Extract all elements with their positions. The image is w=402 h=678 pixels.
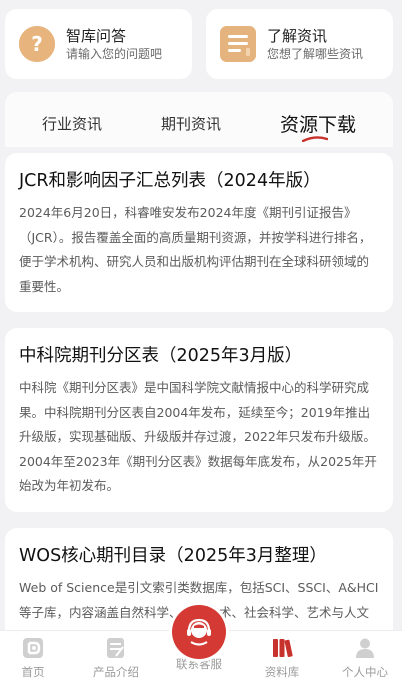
qa-card[interactable]: ? 智库问答 请输入您的问题吧 bbox=[5, 9, 192, 79]
nav-profile[interactable]: 个人中心 bbox=[330, 637, 400, 678]
question-icon: ? bbox=[19, 26, 55, 62]
nav-library-label: 资料库 bbox=[264, 665, 300, 678]
qa-card-subtitle: 请输入您的问题吧 bbox=[66, 46, 163, 61]
article-card[interactable]: 中科院期刊分区表（2025年3月版） 中科院《期刊分区表》是中国科学院文献情报中… bbox=[5, 328, 393, 512]
user-icon bbox=[356, 638, 374, 658]
nav-product-label: 产品介绍 bbox=[93, 665, 139, 678]
nav-product[interactable]: 产品介绍 bbox=[81, 637, 151, 678]
home-icon bbox=[23, 638, 43, 658]
article-title: 中科院期刊分区表（2025年3月版） bbox=[19, 346, 303, 366]
document-icon bbox=[220, 26, 256, 62]
nav-home[interactable]: 首页 bbox=[0, 637, 68, 678]
nav-home-label: 首页 bbox=[21, 665, 45, 678]
article-title: WOS核心期刊目录（2025年3月整理） bbox=[19, 546, 327, 566]
category-tabs: 行业资讯 期刊资讯 资源下载 bbox=[5, 92, 393, 147]
qa-card-title: 智库问答 bbox=[66, 26, 127, 45]
article-desc: 中科院《期刊分区表》是中国科学院文献情报中心的科学研究成果。中科院期刊分区表自2… bbox=[19, 380, 377, 493]
library-icon bbox=[273, 639, 293, 658]
tab-journal-news[interactable]: 期刊资讯 bbox=[161, 113, 221, 134]
customer-service-icon bbox=[187, 618, 211, 646]
svg-text:?: ? bbox=[31, 32, 43, 56]
nav-customer-service-label: 联系客服 bbox=[176, 657, 222, 671]
quick-actions: ? 智库问答 请输入您的问题吧 了解资讯 您想了解哪些资讯 bbox=[5, 9, 393, 79]
nav-library[interactable]: 资料库 bbox=[247, 637, 317, 678]
article-desc: 2024年6月20日，科睿唯安发布2024年度《期刊引证报告》（JCR）。报告覆… bbox=[19, 205, 372, 294]
tab-resource-download[interactable]: 资源下载 bbox=[280, 110, 356, 137]
news-card-title: 了解资讯 bbox=[267, 26, 328, 45]
news-card-subtitle: 您想了解哪些资讯 bbox=[267, 46, 364, 61]
news-card[interactable]: 了解资讯 您想了解哪些资讯 bbox=[206, 9, 393, 79]
tab-industry-news[interactable]: 行业资讯 bbox=[42, 113, 102, 134]
nav-profile-label: 个人中心 bbox=[342, 665, 388, 678]
article-card[interactable]: JCR和影响因子汇总列表（2024年版） 2024年6月20日，科睿唯安发布20… bbox=[5, 153, 393, 312]
article-title: JCR和影响因子汇总列表（2024年版） bbox=[19, 171, 321, 191]
product-icon bbox=[107, 638, 124, 658]
customer-service-button[interactable] bbox=[172, 605, 226, 659]
active-tab-indicator bbox=[302, 136, 328, 142]
